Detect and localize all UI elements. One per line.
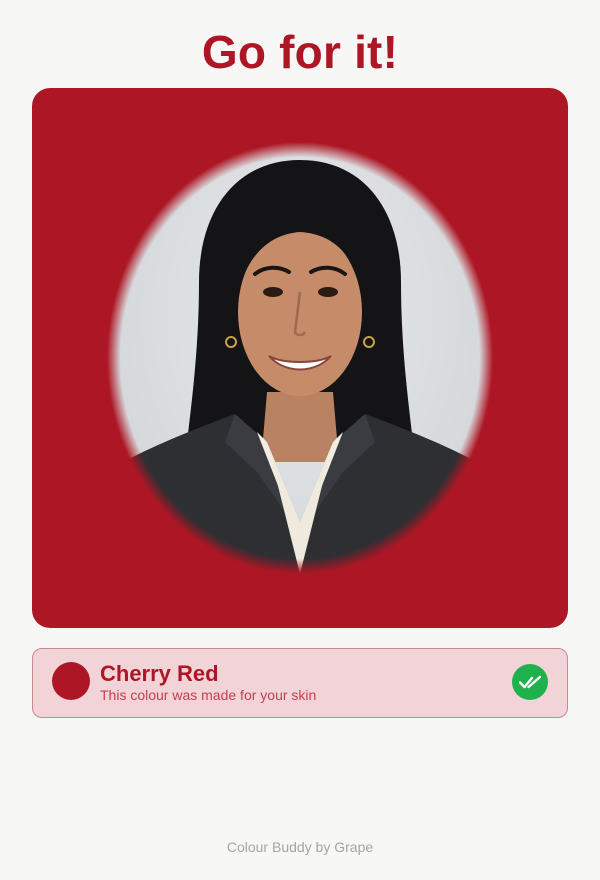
colour-description: This colour was made for your skin [100,687,317,703]
double-check-icon [512,664,548,700]
footer-credit: Colour Buddy by Grape [226,839,374,855]
colour-preview-panel [32,88,568,628]
colour-name: Cherry Red [100,661,219,686]
colour-result-card[interactable]: Cherry Red This colour was made for your… [32,648,568,718]
colour-swatch-dot [52,662,90,700]
page-title: Go for it! [201,26,399,78]
portrait-photo [107,142,493,574]
